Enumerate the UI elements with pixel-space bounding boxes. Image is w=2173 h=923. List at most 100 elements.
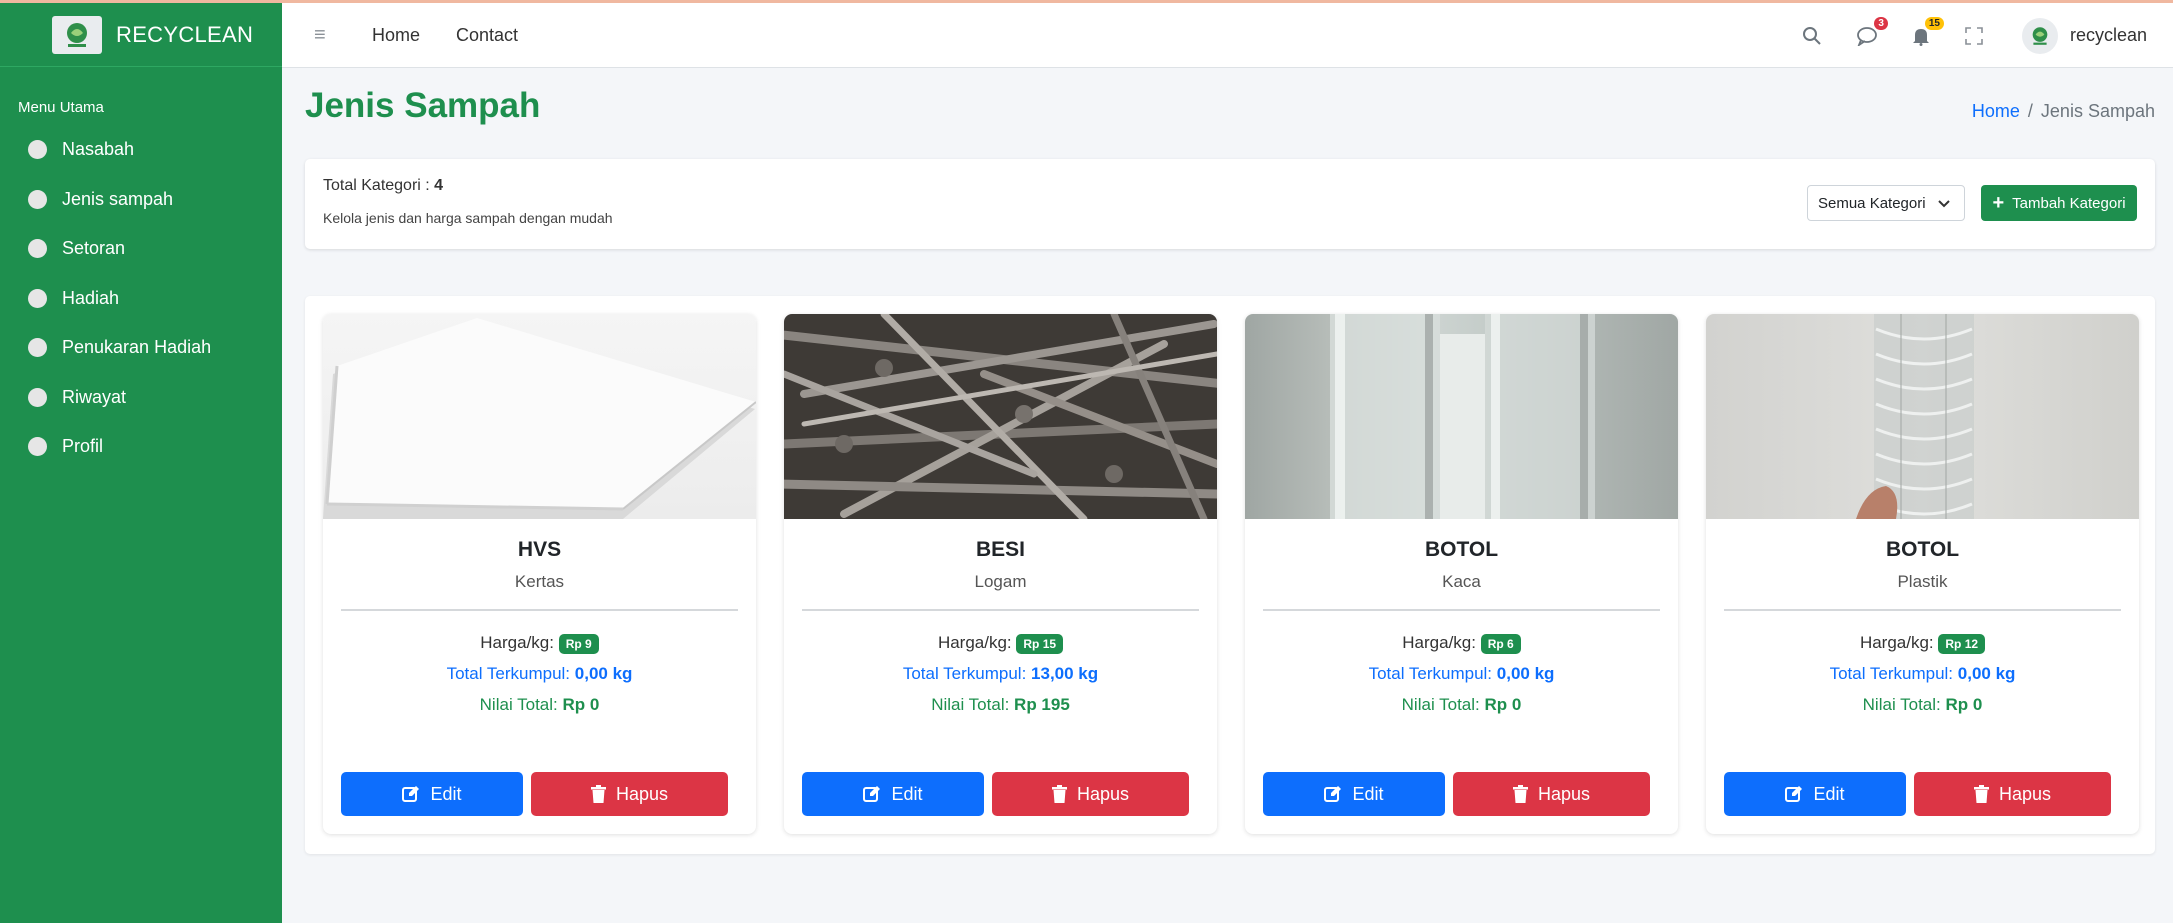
delete-button[interactable]: Hapus — [1914, 772, 2111, 816]
collected-label: Total Terkumpul: — [902, 663, 1032, 683]
edit-icon — [1785, 786, 1803, 802]
card-value-row: Nilai Total: Rp 0 — [1245, 695, 1678, 715]
sidebar-item-label: Hadiah — [62, 287, 120, 308]
user-menu[interactable]: recyclean — [2021, 17, 2147, 54]
collected-value: 0,00 kg — [574, 663, 633, 683]
edit-button[interactable]: Edit — [802, 772, 984, 816]
edit-icon — [402, 786, 420, 802]
card-price-row: Harga/kg: Rp 15 — [784, 633, 1217, 654]
card-title: BOTOL — [1885, 538, 1960, 561]
delete-button[interactable]: Hapus — [531, 772, 728, 816]
collected-value: 0,00 kg — [1957, 663, 2016, 683]
card-category: Kertas — [514, 572, 565, 591]
price-badge: Rp 9 — [558, 633, 599, 654]
messages-badge: 3 — [1874, 16, 1888, 30]
category-filter-value: Semua Kategori — [1818, 194, 1926, 212]
waste-card: HVS Kertas Harga/kg: Rp 9 Total Terkumpu… — [323, 314, 756, 834]
price-badge: Rp 6 — [1480, 633, 1521, 654]
collected-value: 0,00 kg — [1496, 663, 1555, 683]
waste-types-panel: HVS Kertas Harga/kg: Rp 9 Total Terkumpu… — [305, 296, 2155, 854]
collected-label: Total Terkumpul: — [446, 663, 575, 683]
edit-label: Edit — [1813, 783, 1845, 804]
waste-card: BESI Logam Harga/kg: Rp 15 Total Terkump… — [784, 314, 1217, 834]
sidebar: RECYCLEAN Menu Utama Nasabah Jenis sampa… — [0, 3, 282, 923]
value-amount: Rp 0 — [1945, 694, 1983, 714]
nav-link-home[interactable]: Home — [372, 25, 420, 46]
edit-label: Edit — [430, 783, 462, 804]
hamburger-menu-icon[interactable]: ≡ — [314, 24, 336, 47]
circle-icon — [28, 387, 47, 407]
breadcrumb: Home / Jenis Sampah — [1972, 101, 2155, 122]
circle-icon — [28, 239, 47, 259]
card-divider — [1263, 609, 1660, 611]
delete-button[interactable]: Hapus — [1453, 772, 1650, 816]
card-collected-row: Total Terkumpul: 0,00 kg — [1706, 664, 2139, 684]
card-image-paper — [323, 314, 756, 519]
bell-icon[interactable]: 15 — [1912, 16, 1944, 46]
edit-label: Edit — [891, 783, 923, 804]
breadcrumb-current: Jenis Sampah — [2040, 101, 2155, 121]
value-label: Nilai Total: — [931, 694, 1015, 714]
chevron-down-icon — [1938, 195, 1950, 212]
add-category-label: Tambah Kategori — [2012, 194, 2126, 212]
sidebar-item-profil[interactable]: Profil — [0, 422, 282, 472]
category-filter-select[interactable]: Semua Kategori — [1807, 185, 1965, 221]
collected-value: 13,00 kg — [1031, 663, 1099, 683]
value-amount: Rp 0 — [1484, 694, 1522, 714]
summary-card: Total Kategori : 4 Kelola jenis dan harg… — [305, 159, 2155, 249]
edit-label: Edit — [1352, 783, 1384, 804]
trash-icon — [1051, 785, 1067, 803]
price-label: Harga/kg: — [1402, 633, 1481, 652]
sidebar-item-label: Jenis sampah — [62, 188, 174, 209]
card-value-row: Nilai Total: Rp 195 — [784, 695, 1217, 715]
circle-icon — [28, 140, 47, 160]
card-category: Plastik — [1897, 572, 1948, 591]
card-divider — [802, 609, 1199, 611]
avatar — [2021, 17, 2058, 54]
collected-label: Total Terkumpul: — [1368, 663, 1497, 683]
brand[interactable]: RECYCLEAN — [0, 3, 282, 67]
price-label: Harga/kg: — [480, 633, 559, 652]
card-value-row: Nilai Total: Rp 0 — [1706, 695, 2139, 715]
nav-link-contact[interactable]: Contact — [456, 25, 518, 46]
trash-icon — [1973, 785, 1989, 803]
trash-icon — [1512, 785, 1528, 803]
messages-icon[interactable]: 3 — [1856, 16, 1888, 46]
circle-icon — [28, 437, 47, 457]
card-divider — [1724, 609, 2121, 611]
price-badge: Rp 12 — [1938, 633, 1986, 654]
delete-label: Hapus — [1537, 783, 1591, 804]
card-price-row: Harga/kg: Rp 6 — [1245, 633, 1678, 654]
value-label: Nilai Total: — [1862, 694, 1946, 714]
card-category: Kaca — [1442, 572, 1481, 591]
waste-card: BOTOL Plastik Harga/kg: Rp 12 Total Terk… — [1706, 314, 2139, 834]
sidebar-item-setoran[interactable]: Setoran — [0, 224, 282, 274]
breadcrumb-home[interactable]: Home — [1972, 101, 2020, 121]
card-collected-row: Total Terkumpul: 13,00 kg — [784, 664, 1217, 684]
sidebar-item-riwayat[interactable]: Riwayat — [0, 373, 282, 423]
sidebar-item-label: Setoran — [62, 238, 126, 259]
delete-label: Hapus — [1076, 783, 1130, 804]
sidebar-item-jenis-sampah[interactable]: Jenis sampah — [0, 175, 282, 225]
circle-icon — [28, 288, 47, 308]
sidebar-item-nasabah[interactable]: Nasabah — [0, 125, 282, 175]
total-categories-value: 4 — [434, 177, 444, 194]
card-title: BESI — [975, 538, 1025, 561]
card-title: HVS — [517, 538, 562, 561]
edit-button[interactable]: Edit — [1724, 772, 1906, 816]
delete-button[interactable]: Hapus — [992, 772, 1189, 816]
sidebar-item-hadiah[interactable]: Hadiah — [0, 274, 282, 324]
add-category-button[interactable]: + Tambah Kategori — [1981, 185, 2137, 221]
edit-button[interactable]: Edit — [341, 772, 523, 816]
breadcrumb-separator: / — [2027, 101, 2033, 121]
card-value-row: Nilai Total: Rp 0 — [323, 695, 756, 715]
search-icon[interactable] — [1802, 26, 1822, 46]
value-label: Nilai Total: — [479, 694, 563, 714]
collected-label: Total Terkumpul: — [1829, 663, 1958, 683]
fullscreen-icon[interactable] — [1964, 26, 1984, 46]
summary-subtitle: Kelola jenis dan harga sampah dengan mud… — [323, 210, 613, 226]
edit-button[interactable]: Edit — [1263, 772, 1445, 816]
edit-icon — [1324, 786, 1342, 802]
navbar-right: 3 15 recyclean — [1768, 3, 2147, 68]
sidebar-item-penukaran-hadiah[interactable]: Penukaran Hadiah — [0, 323, 282, 373]
